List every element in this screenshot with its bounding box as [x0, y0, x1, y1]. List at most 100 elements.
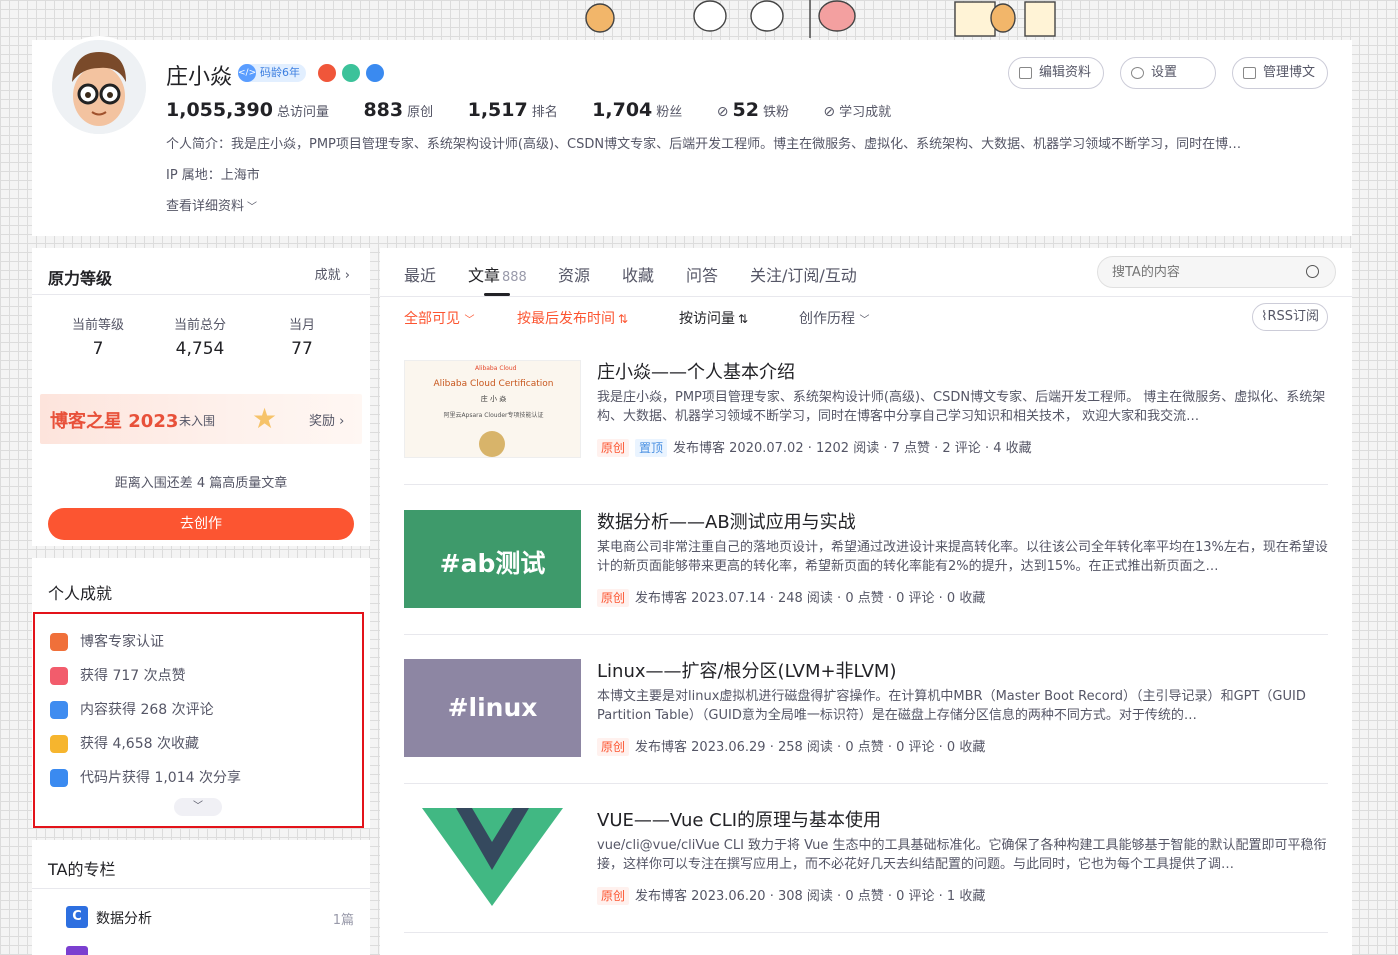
article-thumbnail[interactable]: Alibaba Cloud Alibaba Cloud Certificatio… — [404, 360, 581, 458]
rss-button[interactable]: ⌇RSS订阅 — [1252, 303, 1328, 331]
article-desc: 本博文主要是对linux虚拟机进行磁盘得扩容操作。在计算机中MBR（Master… — [597, 689, 1306, 723]
search-box[interactable] — [1097, 256, 1336, 288]
article-item[interactable]: #ab测试 数据分析——AB测试应用与实战 某电商公司非常注重自己的落地页设计，… — [404, 496, 1328, 622]
article-thumbnail[interactable]: #ab测试 — [404, 510, 581, 608]
article-item[interactable]: #linux Linux——扩容/根分区(LVM+非LVM) 本博文主要是对li… — [404, 645, 1328, 771]
achievement-link-label: 成就 — [314, 268, 341, 283]
go-create-button[interactable]: 去创作 — [48, 508, 354, 540]
chevron-down-icon: ﹀ — [859, 315, 870, 326]
article-item[interactable]: VUE——Vue CLI的原理与基本使用 vue/cli@vue/cliVue … — [404, 794, 1328, 920]
visibility-filter-label: 全部可见 — [404, 311, 460, 327]
tab-articles[interactable]: 文章 888 — [468, 262, 527, 286]
achievement-text: 获得 717 次点赞 — [80, 668, 186, 684]
achievements-title: 个人成就 — [48, 584, 113, 603]
sort-by-time-label: 按最后发布时间 — [517, 311, 615, 327]
gear-icon — [1131, 67, 1144, 79]
manage-posts-label: 管理博文 — [1263, 65, 1316, 80]
stat-visits-value: 1,055,390 — [166, 99, 273, 121]
stat-fans[interactable]: 1,704 粉丝 — [592, 99, 682, 121]
comment-badge-icon — [50, 701, 68, 719]
sort-by-time[interactable]: 按最后发布时间 ⇅ — [517, 308, 628, 328]
original-tag: 原创 — [597, 439, 630, 457]
stat-original-value: 883 — [363, 99, 404, 121]
shield-honor-icon[interactable] — [366, 64, 384, 82]
original-tag: 原创 — [597, 589, 630, 607]
sort-by-visits[interactable]: 按访问量 ⇅ — [679, 308, 748, 328]
stat-iron-fans[interactable]: ⊘ 52 铁粉 — [717, 99, 789, 121]
code-age-label: 码龄6年 — [260, 66, 300, 79]
monthly-score: 当月 77 — [252, 314, 352, 359]
reward-label: 奖励 — [309, 414, 336, 429]
original-tag: 原创 — [597, 738, 630, 756]
expert-badge-icon — [50, 633, 68, 651]
star-icon: ★ — [252, 402, 278, 435]
column-item[interactable]: C 数据分析 1篇 — [48, 906, 354, 930]
avatar[interactable] — [48, 36, 150, 138]
current-level-label: 当前等级 — [71, 318, 124, 333]
thumb-title: Alibaba Cloud Certification — [433, 379, 554, 389]
article-title[interactable]: Linux——扩容/根分区(LVM+非LVM) — [597, 657, 896, 683]
creation-history-label: 创作历程 — [799, 311, 855, 327]
settings-button[interactable]: 设置 — [1120, 57, 1216, 89]
search-icon[interactable] — [1306, 265, 1319, 278]
main-content: 最近 文章888 资源 收藏 问答 关注/订阅/互动 全部可见 ﹀ 按最后发布时… — [380, 248, 1352, 955]
view-details-link[interactable]: 查看详细资料 ﹀ — [166, 195, 257, 214]
manage-posts-button[interactable]: 管理博文 — [1232, 57, 1329, 89]
article-desc: 某电商公司非常注重自己的落地页设计，希望通过改进设计来提高转化率。以往该公司全年… — [597, 540, 1328, 574]
divider — [404, 484, 1328, 485]
stat-original[interactable]: 883 原创 — [363, 99, 433, 121]
code-icon: </> — [238, 64, 256, 82]
edit-icon — [1019, 67, 1032, 79]
achievements-card: 个人成就 博客专家认证 获得 717 次点赞 内容获得 268 次评论 获得 4… — [32, 558, 370, 828]
code-age-badge: </> 码龄6年 — [238, 64, 306, 82]
learning-achievement-link[interactable]: ⊘ 学习成就 — [823, 101, 891, 120]
article-title[interactable]: VUE——Vue CLI的原理与基本使用 — [597, 806, 881, 832]
thumb-name: 庄 小 焱 — [480, 395, 507, 403]
settings-label: 设置 — [1151, 65, 1178, 80]
divider — [404, 783, 1328, 784]
tab-articles-count: 888 — [502, 270, 527, 285]
search-input[interactable] — [1112, 263, 1292, 281]
total-score-label: 当前总分 — [173, 318, 226, 333]
stat-visits[interactable]: 1,055,390 总访问量 — [166, 99, 329, 121]
achievement-text: 内容获得 268 次评论 — [80, 702, 214, 718]
stat-rank[interactable]: 1,517 排名 — [468, 99, 558, 121]
chevron-down-icon: ﹀ — [464, 315, 475, 326]
article-thumbnail[interactable] — [404, 808, 581, 906]
tab-resources[interactable]: 资源 — [558, 262, 590, 286]
article-meta-text: 发布博客 2023.07.14 · 248 阅读 · 0 点赞 · 0 评论 ·… — [635, 591, 986, 606]
document-icon — [1243, 67, 1256, 79]
chevron-down-icon: ﹀ — [247, 202, 258, 213]
edit-profile-label: 编辑资料 — [1039, 65, 1092, 80]
edit-profile-button[interactable]: 编辑资料 — [1008, 57, 1105, 89]
community-icon[interactable] — [342, 64, 360, 82]
achievement-link[interactable]: 成就 › — [315, 264, 350, 283]
current-level: 当前等级 7 — [48, 314, 148, 359]
blog-star-status: 未入围 — [179, 414, 216, 428]
blog-expert-icon[interactable] — [318, 64, 336, 82]
tab-recent[interactable]: 最近 — [404, 262, 436, 286]
expand-chevron-icon[interactable]: ﹀ — [174, 798, 222, 816]
learning-achievement-label: 学习成就 — [839, 105, 892, 120]
divider — [380, 296, 1352, 297]
ip-location: IP 属地：上海市 — [166, 168, 260, 183]
view-details-label: 查看详细资料 — [166, 199, 245, 214]
profile-header: 庄小焱 </> 码龄6年 编辑资料 设置 管理博文 1,055,390 总访问量 8… — [32, 36, 1352, 236]
blog-star-banner[interactable]: 博客之星 2023 未入围 ★ 奖励 › — [40, 394, 362, 444]
article-thumbnail[interactable]: #linux — [404, 659, 581, 757]
creation-history[interactable]: 创作历程 ﹀ — [799, 308, 869, 328]
tab-follow[interactable]: 关注/订阅/互动 — [750, 262, 857, 286]
achievement-text: 获得 4,658 次收藏 — [80, 736, 199, 752]
article-title[interactable]: 庄小焱——个人基本介绍 — [597, 358, 795, 384]
sort-by-visits-label: 按访问量 — [679, 311, 735, 327]
tab-favorites[interactable]: 收藏 — [622, 262, 654, 286]
column-count: 1篇 — [332, 913, 354, 928]
reward-link[interactable]: 奖励 › — [309, 410, 344, 429]
article-item[interactable]: Alibaba Cloud Alibaba Cloud Certificatio… — [404, 346, 1328, 472]
visibility-filter[interactable]: 全部可见 ﹀ — [404, 308, 474, 328]
article-title[interactable]: 数据分析——AB测试应用与实战 — [597, 508, 856, 534]
article-desc: 我是庄小焱，PMP项目管理专家、系统架构设计师(高级)、CSDN博文专家、后端开… — [597, 390, 1326, 424]
article-meta: 原创 置顶 发布博客 2020.07.02 · 1202 阅读 · 7 点赞 · 2… — [597, 437, 1032, 457]
current-level-value: 7 — [92, 339, 104, 359]
tab-qa[interactable]: 问答 — [686, 262, 718, 286]
